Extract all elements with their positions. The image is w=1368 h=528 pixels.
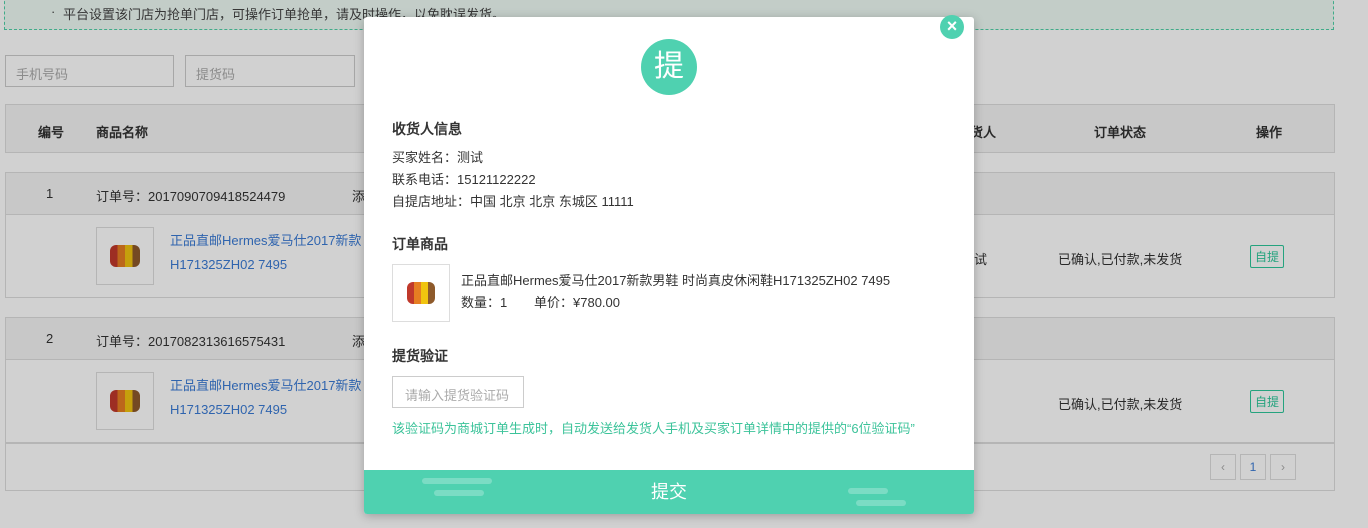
buyer-phone: 联系电话：15121122222 bbox=[392, 172, 536, 187]
goods-thumbnail bbox=[392, 264, 450, 322]
decor-stripe bbox=[434, 490, 484, 496]
submit-label[interactable]: 提交 bbox=[651, 482, 687, 502]
pickup-verify-dialog: 提 收货人信息 买家姓名：测试 联系电话：15121122222 自提店地址：中… bbox=[364, 17, 974, 514]
decor-stripe bbox=[848, 488, 888, 494]
order-goods-title: 订单商品 bbox=[392, 236, 448, 252]
goods-price: 单价：¥780.00 bbox=[534, 295, 620, 310]
pickup-address: 自提店地址：中国 北京 北京 东城区 11111 bbox=[392, 194, 634, 209]
receiver-info-title: 收货人信息 bbox=[392, 121, 462, 137]
submit-button[interactable]: 提交 bbox=[364, 470, 974, 514]
pickup-badge-icon: 提 bbox=[641, 39, 697, 95]
verify-hint: 该验证码为商城订单生成时，自动发送给发货人手机及买家订单详情中的提供的“6位验证… bbox=[392, 421, 915, 436]
goods-image-icon bbox=[407, 282, 435, 304]
goods-quantity: 数量：1 bbox=[461, 295, 508, 310]
verify-title: 提货验证 bbox=[392, 348, 448, 364]
decor-stripe bbox=[422, 478, 492, 484]
decor-stripe bbox=[856, 500, 906, 506]
goods-name: 正品直邮Hermes爱马仕2017新款男鞋 时尚真皮休闲鞋H171325ZH02… bbox=[461, 273, 891, 288]
buyer-name: 买家姓名：测试 bbox=[392, 150, 484, 165]
verify-code-input[interactable]: 请输入提货验证码 bbox=[392, 376, 524, 408]
close-icon[interactable]: × bbox=[940, 15, 964, 39]
